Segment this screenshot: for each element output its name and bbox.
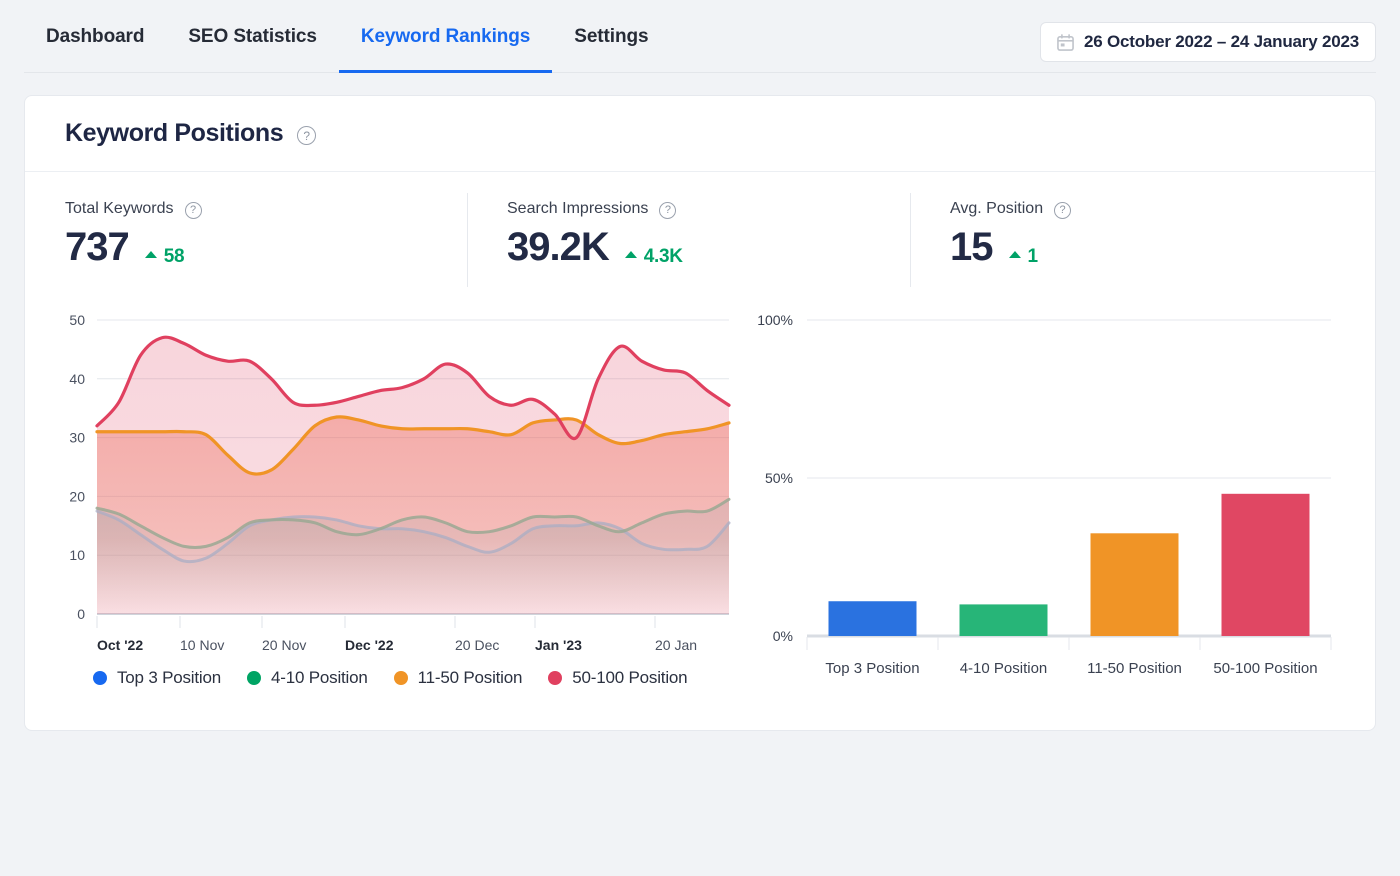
svg-text:Jan '23: Jan '23 — [535, 637, 582, 652]
svg-text:4-10 Position: 4-10 Position — [960, 660, 1048, 677]
stat-delta-total-keywords: 58 — [144, 245, 185, 268]
svg-text:100%: 100% — [757, 312, 793, 328]
svg-text:30: 30 — [69, 430, 85, 446]
trend-up-icon — [144, 251, 157, 258]
svg-text:40: 40 — [69, 371, 85, 387]
tab-settings[interactable]: Settings — [552, 0, 670, 73]
keyword-positions-timeseries-chart: 0 10 20 30 40 50 Oct '22 10 Nov 20 Nov Dec '22 20 … — [25, 302, 735, 688]
calendar-icon — [1057, 33, 1074, 51]
stat-value-avg-position: 15 — [950, 225, 993, 269]
svg-text:Top 3 Position: Top 3 Position — [825, 660, 919, 677]
stat-value-search-impressions: 39.2K — [507, 225, 610, 269]
stat-delta-avg-position: 1 — [1008, 245, 1039, 268]
stat-label-wrap: Total Keywords ? — [65, 200, 427, 219]
svg-text:Oct '22: Oct '22 — [97, 637, 143, 652]
legend-label: 50-100 Position — [572, 668, 688, 687]
stat-delta-value: 1 — [1027, 245, 1039, 267]
keyword-positions-card: Keyword Positions ? Total Keywords ? 737… — [24, 95, 1376, 731]
svg-text:50-100 Position: 50-100 Position — [1213, 660, 1317, 677]
stat-search-impressions: Search Impressions ? 39.2K 4.3K — [467, 193, 910, 292]
summary-stats-row: Total Keywords ? 737 58 Search Impressio… — [25, 172, 1375, 292]
tab-seo-statistics[interactable]: SEO Statistics — [166, 0, 338, 73]
legend-item-4-10-position[interactable]: 4-10 Position — [247, 668, 368, 688]
trend-up-icon — [1008, 251, 1021, 258]
stat-label-wrap: Search Impressions ? — [507, 200, 870, 219]
stat-value-row: 15 1 — [950, 226, 1170, 268]
top-navigation-bar: Dashboard SEO Statistics Keyword Ranking… — [0, 0, 1400, 73]
stat-delta-value: 4.3K — [643, 245, 683, 267]
stat-delta-value: 58 — [163, 245, 185, 267]
stat-delta-search-impressions: 4.3K — [624, 245, 683, 268]
stat-label-total-keywords: Total Keywords — [65, 200, 174, 217]
stat-value-row: 737 58 — [65, 226, 427, 268]
stat-total-keywords: Total Keywords ? 737 58 — [25, 200, 467, 292]
date-range-label: 26 October 2022 – 24 January 2023 — [1083, 32, 1359, 51]
page-title: Keyword Positions — [65, 119, 284, 147]
stat-value-total-keywords: 737 — [65, 225, 130, 269]
svg-text:0%: 0% — [773, 628, 793, 644]
legend-label: 4-10 Position — [271, 668, 368, 687]
svg-text:20 Jan: 20 Jan — [655, 637, 697, 652]
help-icon-search-impressions[interactable]: ? — [659, 201, 677, 219]
nav-tabs: Dashboard SEO Statistics Keyword Ranking… — [24, 0, 670, 73]
svg-text:20 Dec: 20 Dec — [455, 637, 499, 652]
legend-item-top-3-position[interactable]: Top 3 Position — [93, 668, 221, 688]
area-chart-svg[interactable]: 0 10 20 30 40 50 Oct '22 10 Nov 20 Nov Dec '22 20 … — [35, 302, 735, 652]
legend-dot — [247, 671, 261, 685]
help-icon-avg-position[interactable]: ? — [1054, 201, 1072, 219]
svg-text:11-50 Position: 11-50 Position — [1087, 660, 1182, 677]
svg-text:20 Nov: 20 Nov — [262, 637, 306, 652]
legend-item-50-100-position[interactable]: 50-100 Position — [548, 668, 688, 688]
svg-text:10 Nov: 10 Nov — [180, 637, 224, 652]
legend-item-11-50-position[interactable]: 11-50 Position — [393, 668, 523, 688]
tab-dashboard[interactable]: Dashboard — [24, 0, 166, 73]
stat-label-search-impressions: Search Impressions — [507, 200, 649, 217]
svg-text:0: 0 — [77, 606, 85, 622]
stat-avg-position: Avg. Position ? 15 1 — [910, 193, 1210, 292]
chart-legend: Top 3 Position 4-10 Position 11-50 Posit… — [35, 668, 735, 688]
svg-text:50%: 50% — [765, 470, 793, 486]
card-header: Keyword Positions ? — [25, 96, 1375, 172]
stat-label-avg-position: Avg. Position — [950, 200, 1044, 217]
legend-dot — [393, 671, 408, 685]
date-range-picker[interactable]: 26 October 2022 – 24 January 2023 — [1039, 22, 1376, 62]
stat-value-row: 39.2K 4.3K — [507, 226, 870, 268]
help-icon-keyword-positions[interactable]: ? — [297, 126, 317, 145]
keyword-distribution-bar-chart: 0% 50% 100% Top 3 Position 4-10 Position 11-5… — [735, 302, 1375, 688]
legend-label: 11-50 Position — [417, 668, 523, 687]
bar-chart-svg[interactable]: 0% 50% 100% Top 3 Position 4-10 Position 11-5… — [735, 302, 1355, 682]
trend-up-icon — [624, 251, 637, 258]
svg-text:10: 10 — [69, 547, 85, 563]
help-icon-total-keywords[interactable]: ? — [184, 201, 202, 219]
charts-row: 0 10 20 30 40 50 Oct '22 10 Nov 20 Nov Dec '22 20 … — [25, 292, 1375, 730]
stat-label-wrap: Avg. Position ? — [950, 200, 1170, 219]
svg-text:Dec '22: Dec '22 — [345, 637, 394, 652]
tab-keyword-rankings[interactable]: Keyword Rankings — [338, 0, 553, 73]
legend-label: Top 3 Position — [117, 668, 221, 687]
legend-dot — [93, 671, 107, 685]
svg-text:20: 20 — [69, 488, 85, 504]
svg-text:50: 50 — [69, 312, 85, 328]
legend-dot — [548, 671, 563, 685]
